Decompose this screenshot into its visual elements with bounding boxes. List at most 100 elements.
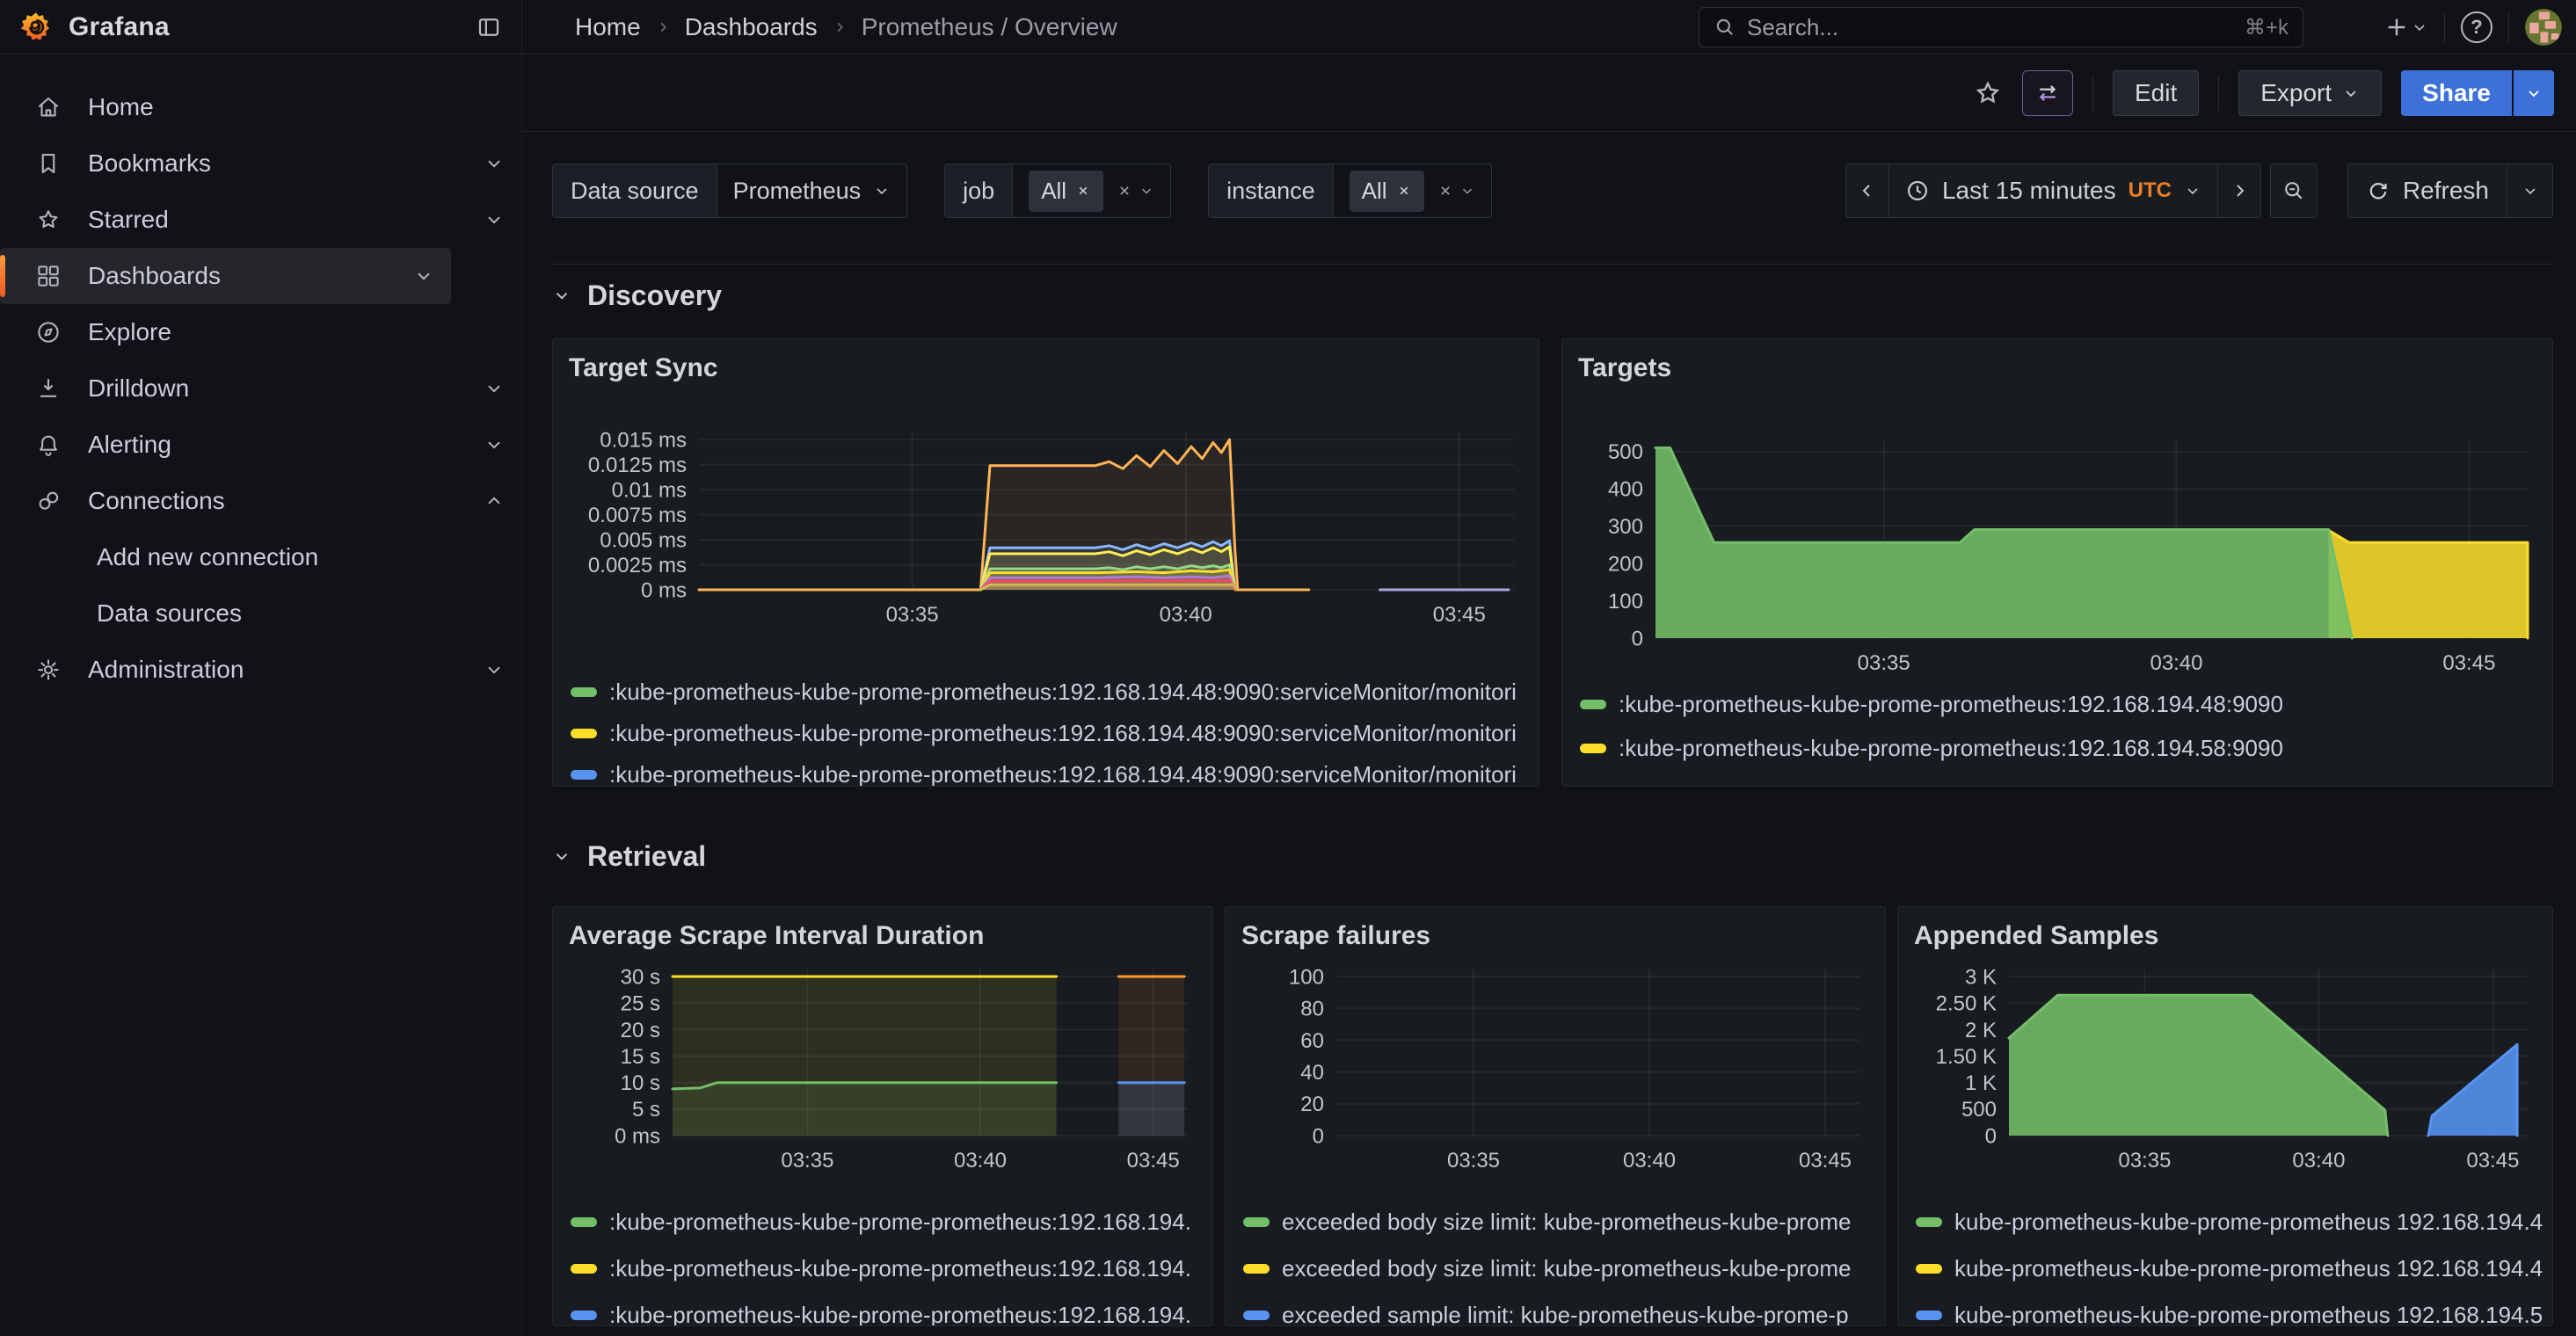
panel-title[interactable]: Appended Samples [1914, 921, 2158, 951]
sidebar-item-label: Explore [88, 318, 504, 346]
refresh-icon [2366, 178, 2390, 203]
sidebar-item-home[interactable]: Home [0, 79, 521, 135]
panel-title[interactable]: Scrape failures [1241, 921, 1430, 951]
svg-text:03:45: 03:45 [1127, 1149, 1180, 1173]
refresh-interval-dropdown[interactable] [2507, 164, 2552, 217]
sidebar-item-label: Connections [88, 487, 458, 515]
legend-item[interactable]: :kube-prometheus-kube-prome-prometheus:1… [571, 713, 1530, 754]
svg-text:0.0125 ms: 0.0125 ms [588, 454, 687, 477]
chart-canvas: 02040608010003:3503:4003:45 [1240, 951, 1871, 1175]
legend-item[interactable]: :kube-prometheus-kube-prome-prometheus:1… [1580, 726, 2543, 770]
svg-text:03:40: 03:40 [2292, 1149, 2345, 1173]
svg-text:20: 20 [1300, 1093, 1324, 1116]
legend-item[interactable]: exceeded body size limit: kube-prometheu… [1243, 1245, 1876, 1292]
chevron-down-icon[interactable] [484, 660, 504, 679]
close-icon [1116, 182, 1133, 200]
svg-text:03:35: 03:35 [886, 603, 939, 627]
legend-item[interactable]: kube-prometheus-kube-prome-prometheus 19… [1916, 1292, 2543, 1326]
legend-item[interactable]: exceeded body size limit: kube-prometheu… [1243, 1199, 1876, 1245]
legend-swatch [571, 1311, 597, 1320]
time-back-button[interactable] [1846, 164, 1888, 217]
time-range-picker[interactable]: Last 15 minutes UTC [1888, 164, 2218, 217]
export-button[interactable]: Export [2238, 70, 2382, 116]
divider [2092, 76, 2093, 111]
chevron-up-icon[interactable] [484, 491, 504, 511]
legend-item[interactable]: :kube-prometheus-kube-prome-prometheus:1… [571, 1199, 1204, 1245]
chevron-down-icon[interactable] [484, 379, 504, 398]
breadcrumb-home[interactable]: Home [575, 13, 641, 41]
share-button[interactable]: Share [2401, 70, 2512, 116]
sidebar-item-add-new-connection[interactable]: Add new connection [0, 529, 521, 585]
instance-value-chip[interactable]: All [1350, 171, 1424, 212]
sidebar-item-drilldown[interactable]: Drilldown [0, 360, 521, 417]
gear-icon [35, 657, 62, 683]
sidebar-item-label: Data sources [97, 599, 504, 628]
legend-item[interactable]: kube-prometheus-kube-prome-prometheus 19… [1916, 1199, 2543, 1245]
panel-title[interactable]: Targets [1578, 353, 1671, 383]
grafana-logo[interactable] [19, 11, 53, 44]
legend-item[interactable]: exceeded sample limit: kube-prometheus-k… [1243, 1292, 1876, 1326]
legend-item[interactable]: :kube-prometheus-kube-prome-prometheus:1… [1580, 682, 2543, 726]
legend-item[interactable]: :kube-prometheus-kube-prome-prometheus:1… [571, 754, 1530, 787]
breadcrumb-dashboards[interactable]: Dashboards [685, 13, 818, 41]
share-dropdown-button[interactable] [2514, 70, 2554, 116]
chart-canvas: 0 ms0.0025 ms0.005 ms0.0075 ms0.01 ms0.0… [567, 414, 1524, 629]
search-input[interactable]: Search... ⌘+k [1699, 7, 2303, 47]
legend-item[interactable]: kube-prometheus-kube-prome-prometheus 19… [1916, 1245, 2543, 1292]
svg-text:2.50 K: 2.50 K [1936, 992, 1997, 1016]
grafana-app: Grafana Home Dashboards Prometheus / Ove… [0, 0, 2576, 1336]
sidebar-item-starred[interactable]: Starred [0, 192, 521, 248]
switch-view-button[interactable] [2022, 70, 2073, 116]
chevron-down-icon[interactable] [414, 266, 433, 286]
svg-text:30 s: 30 s [621, 965, 660, 989]
svg-text:0 ms: 0 ms [615, 1124, 660, 1148]
zoom-out-icon [2281, 178, 2306, 203]
collapse-sidebar-icon[interactable] [476, 14, 502, 40]
sidebar-item-bookmarks[interactable]: Bookmarks [0, 135, 521, 192]
legend-item[interactable]: :kube-prometheus-kube-prome-prometheus:1… [571, 1245, 1204, 1292]
sidebar-item-connections[interactable]: Connections [0, 473, 521, 529]
chevron-down-icon [1139, 183, 1154, 199]
timezone-label[interactable]: UTC [2128, 178, 2172, 203]
svg-text:20 s: 20 s [621, 1019, 660, 1042]
legend-item[interactable]: :kube-prometheus-kube-prome-prometheus:1… [571, 1292, 1204, 1326]
instance-clear-button[interactable] [1437, 182, 1475, 200]
refresh-button[interactable]: Refresh [2348, 164, 2507, 217]
svg-text:1.50 K: 1.50 K [1936, 1045, 1997, 1069]
datasource-select[interactable]: Prometheus [717, 164, 907, 217]
section-retrieval[interactable]: Retrieval [552, 836, 2553, 876]
sidebar-item-dashboards[interactable]: Dashboards [0, 248, 451, 304]
section-discovery[interactable]: Discovery [552, 275, 2553, 316]
panel-title[interactable]: Average Scrape Interval Duration [569, 921, 984, 951]
legend-item[interactable]: :kube-prometheus-kube-prome-prometheus:1… [571, 672, 1530, 713]
legend-label: exceeded sample limit: kube-prometheus-k… [1282, 1302, 1849, 1326]
zoom-out-button[interactable] [2270, 163, 2318, 218]
divider [2508, 12, 2509, 42]
add-button[interactable] [2383, 13, 2428, 41]
main-area: Edit Export Share Data source [522, 54, 2576, 1336]
legend-label: kube-prometheus-kube-prome-prometheus 19… [1954, 1255, 2543, 1282]
sidebar-item-data-sources[interactable]: Data sources [0, 585, 521, 642]
sidebar-item-explore[interactable]: Explore [0, 304, 521, 360]
brand-name: Grafana [69, 12, 170, 42]
svg-text:0.0075 ms: 0.0075 ms [588, 504, 687, 527]
edit-button[interactable]: Edit [2113, 70, 2199, 116]
panel-title[interactable]: Target Sync [569, 353, 718, 383]
chevron-down-icon[interactable] [484, 210, 504, 229]
star-dashboard-button[interactable] [1973, 78, 2003, 108]
close-icon [1437, 182, 1454, 200]
sidebar-item-administration[interactable]: Administration [0, 642, 521, 698]
sidebar-item-alerting[interactable]: Alerting [0, 417, 521, 473]
dashboard-content: Data source Prometheus job All [522, 132, 2576, 1336]
chevron-down-icon[interactable] [484, 435, 504, 454]
bell-icon [35, 432, 62, 458]
job-value-chip[interactable]: All [1029, 171, 1103, 212]
avatar[interactable] [2525, 9, 2562, 46]
job-clear-button[interactable] [1116, 182, 1154, 200]
grid-icon [35, 263, 62, 289]
chevron-down-icon[interactable] [484, 154, 504, 173]
time-forward-button[interactable] [2218, 164, 2260, 217]
svg-text:03:35: 03:35 [2118, 1149, 2171, 1173]
help-button[interactable]: ? [2461, 11, 2492, 43]
appended-samples-chart: 05001 K1.50 K2 K2.50 K3 K03:3503:4003:45 [1912, 951, 2538, 1175]
